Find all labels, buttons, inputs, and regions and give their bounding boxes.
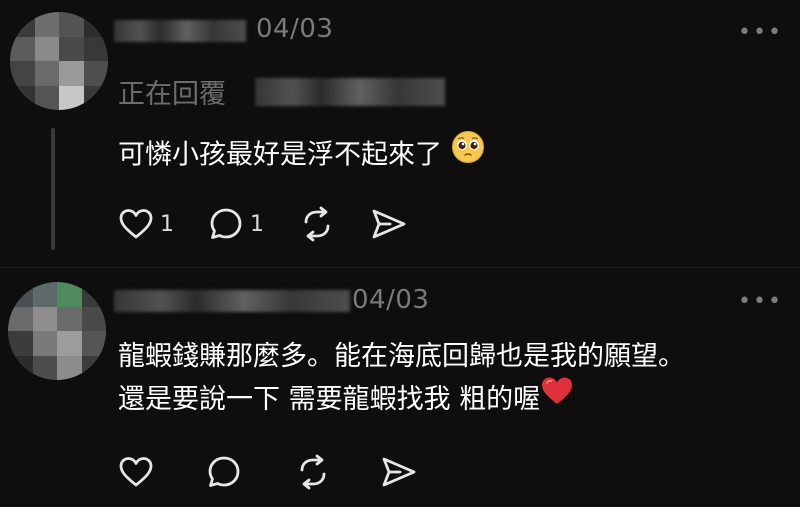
share-button[interactable] [380,455,418,489]
repost-icon [304,206,330,242]
avatar[interactable] [10,12,108,110]
avatar[interactable] [8,282,106,380]
comment-text: 可憐小孩最好是浮不起來了 [118,130,485,179]
like-button[interactable]: 1 [118,207,174,241]
pleading-face-emoji [451,130,485,176]
comment-text-line-2: 還是要說一下 需要龍蝦找我 粗的喔 [118,375,685,423]
post-date: 04/03 [352,285,430,315]
username[interactable] [114,20,246,42]
post-date: 04/03 [256,14,334,44]
comment-text-content: 可憐小孩最好是浮不起來了 [118,139,442,171]
comment-actions: 1 1 [118,206,442,242]
comment-text-line-1: 龍蝦錢賺那麼多。能在海底回歸也是我的願望。 [118,341,685,372]
like-button[interactable] [118,455,154,489]
share-button[interactable] [370,207,408,241]
username[interactable] [114,290,350,312]
heart-icon [119,209,153,239]
comment-actions [118,454,452,490]
red-heart-emoji [540,375,574,420]
reply-button[interactable]: 1 [208,206,264,242]
comment-text: 龍蝦錢賺那麼多。能在海底回歸也是我的願望。 還是要說一下 需要龍蝦找我 粗的喔 [118,336,685,423]
comment-text-line-2-content: 還是要說一下 需要龍蝦找我 粗的喔 [118,384,541,415]
repost-button[interactable] [294,454,332,490]
send-icon [372,209,406,239]
repost-icon [300,454,326,490]
like-count: 1 [160,211,174,237]
reply-count: 1 [250,211,264,237]
thread-view: 04/03 ••• 正在回覆 可憐小孩最好是浮不起來了 1 1 04/03 ••… [0,0,800,507]
more-options-icon[interactable]: ••• [738,291,783,313]
comment-bubble-icon [210,208,242,239]
send-icon [382,457,416,487]
reply-button[interactable] [206,454,242,490]
thread-line [51,128,55,250]
repost-button[interactable] [298,206,336,242]
heart-icon [119,457,153,487]
more-options-icon[interactable]: ••• [738,22,783,44]
replying-to-username[interactable] [255,78,445,106]
replying-to-label: 正在回覆 [118,79,226,110]
divider [0,267,800,268]
comment-bubble-icon [208,456,240,487]
